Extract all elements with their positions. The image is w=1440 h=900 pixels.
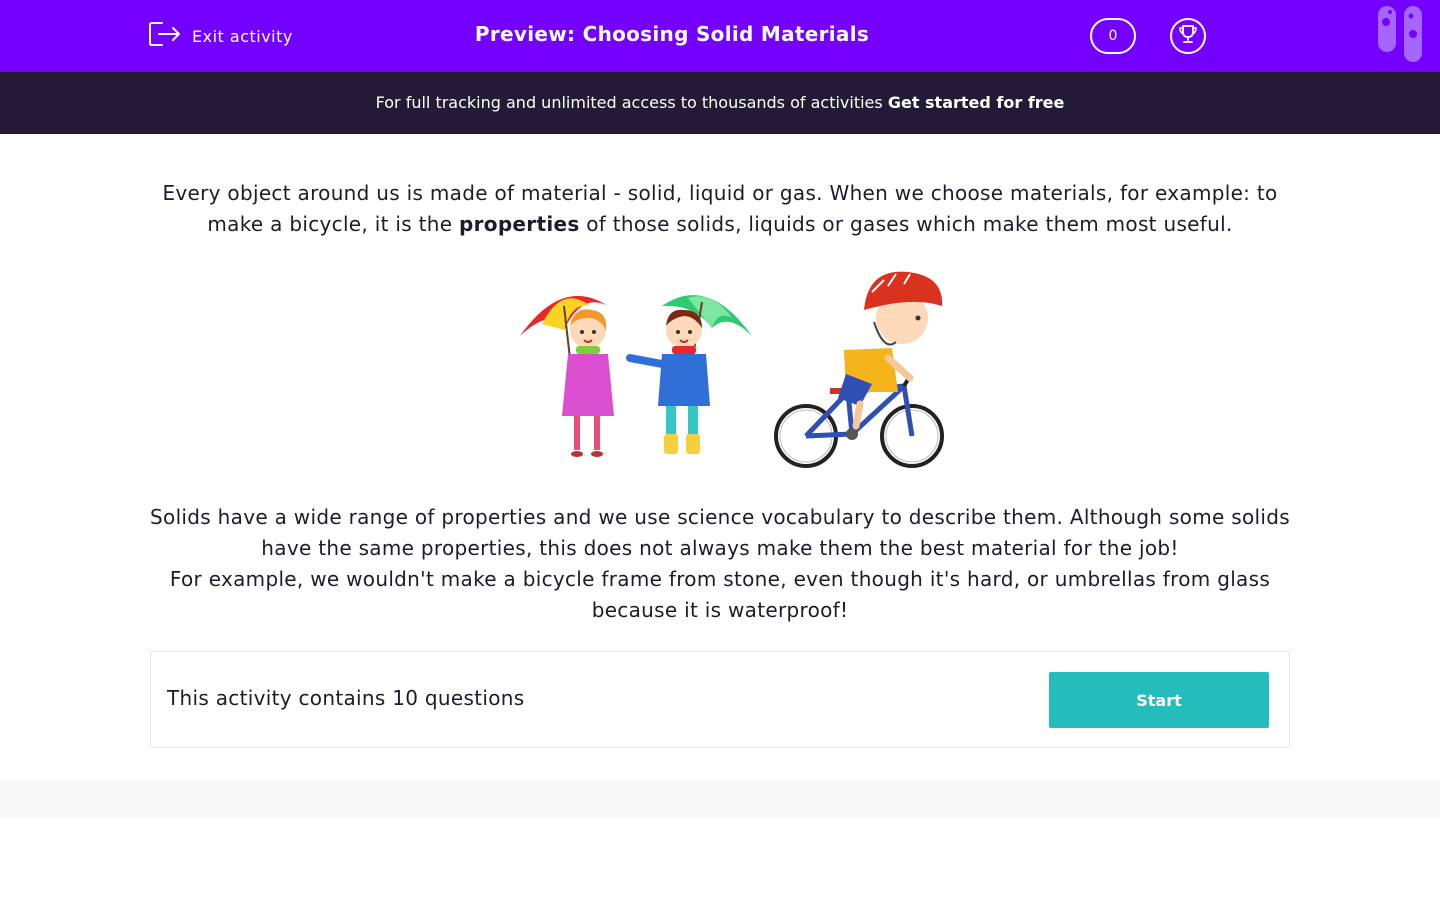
child-riding-bicycle-illustration xyxy=(774,271,944,468)
children-with-umbrellas-illustration xyxy=(520,295,752,457)
top-bar: Exit activity Preview: Choosing Solid Ma… xyxy=(0,0,1440,72)
page-title: Preview: Choosing Solid Materials xyxy=(474,22,870,46)
get-started-link[interactable]: Get started for free xyxy=(888,93,1065,112)
trophy-button[interactable] xyxy=(1170,18,1206,54)
promo-banner: For full tracking and unlimited access t… xyxy=(0,72,1440,134)
intro-bold-word: properties xyxy=(459,212,580,236)
intro-text-part2: of those solids, liquids or gases which … xyxy=(586,212,1233,236)
activity-card: This activity contains 10 questions Star… xyxy=(150,651,1290,748)
description-paragraph: Solids have a wide range of properties a… xyxy=(150,502,1290,626)
description-line-2: For example, we wouldn't make a bicycle … xyxy=(169,567,1271,622)
illustration xyxy=(512,266,952,476)
promo-text: For full tracking and unlimited access t… xyxy=(375,93,883,112)
score-counter: 0 xyxy=(1090,18,1136,54)
activity-summary: This activity contains 10 questions xyxy=(167,686,525,710)
trophy-icon xyxy=(1177,23,1199,49)
description-line-1: Solids have a wide range of properties a… xyxy=(150,505,1290,560)
intro-paragraph: Every object around us is made of materi… xyxy=(150,178,1290,240)
start-button[interactable]: Start xyxy=(1049,672,1269,728)
brand-logo xyxy=(1374,4,1426,64)
footer-strip xyxy=(0,780,1440,818)
